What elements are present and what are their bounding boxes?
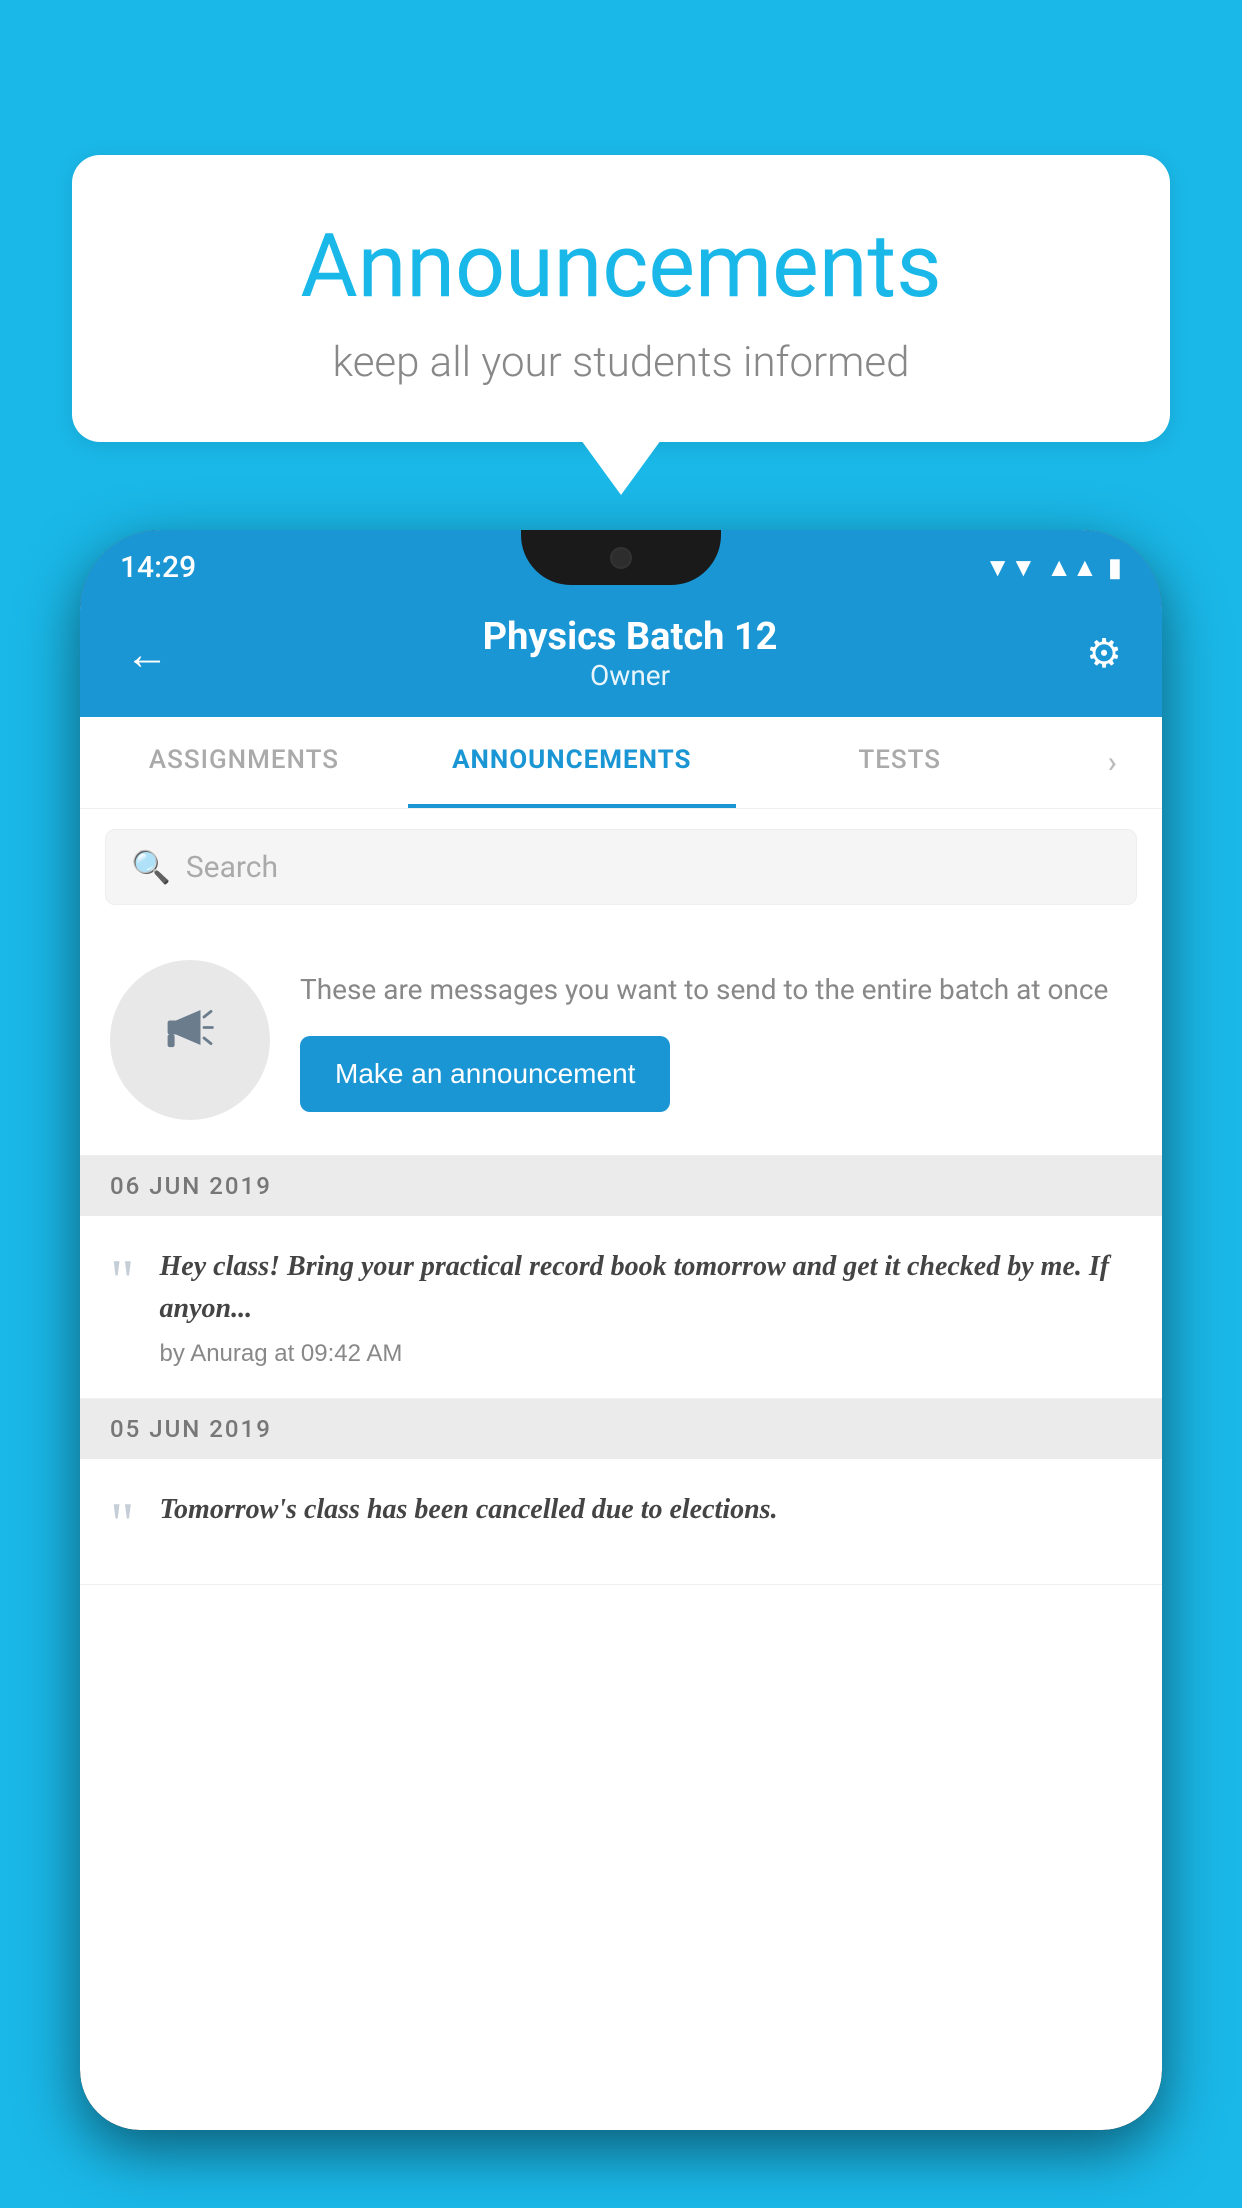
signal-icon: ▲▲ [1046,552,1097,583]
speech-bubble: Announcements keep all your students inf… [72,155,1170,442]
make-announcement-button[interactable]: Make an announcement [300,1036,670,1112]
search-bar[interactable]: 🔍 Search [105,829,1137,905]
front-camera [610,547,632,569]
announcement-item-2[interactable]: " Tomorrow's class has been cancelled du… [80,1459,1162,1585]
announcement-content-2: Tomorrow's class has been cancelled due … [160,1489,1133,1531]
app-header: ← Physics Batch 12 Owner ⚙ [80,595,1162,717]
tab-more[interactable]: › [1064,717,1162,808]
header-title: Physics Batch 12 [174,615,1086,659]
settings-button[interactable]: ⚙ [1086,630,1122,677]
speech-bubble-subtitle: keep all your students informed [122,338,1120,387]
phone-container: 14:29 ▼▼ ▲▲ ▮ ← Physics Batch 12 Owner ⚙… [80,530,1162,2208]
search-icon: 🔍 [131,848,171,886]
phone-screen: 14:29 ▼▼ ▲▲ ▮ ← Physics Batch 12 Owner ⚙… [80,530,1162,2130]
megaphone-icon [155,996,225,1084]
speech-bubble-tail [581,440,661,495]
announcement-content-1: Hey class! Bring your practical record b… [160,1246,1133,1368]
back-button[interactable]: ← [120,623,174,685]
promo-description: These are messages you want to send to t… [300,969,1132,1011]
date-header-1: 06 JUN 2019 [80,1156,1162,1216]
status-time: 14:29 [120,550,196,585]
promo-icon-circle [110,960,270,1120]
announcement-text-1: Hey class! Bring your practical record b… [160,1246,1133,1330]
speech-bubble-title: Announcements [122,215,1120,318]
quote-icon-2: " [110,1494,135,1554]
wifi-icon: ▼▼ [985,552,1036,583]
search-container: 🔍 Search [80,809,1162,925]
quote-icon-1: " [110,1251,135,1311]
tab-announcements[interactable]: ANNOUNCEMENTS [408,717,736,808]
notch [521,530,721,585]
announcement-by-1: by Anurag at 09:42 AM [160,1340,1133,1368]
status-icons: ▼▼ ▲▲ ▮ [985,552,1122,583]
tab-tests[interactable]: TESTS [736,717,1064,808]
header-subtitle: Owner [174,659,1086,692]
speech-bubble-section: Announcements keep all your students inf… [72,155,1170,495]
date-header-2: 05 JUN 2019 [80,1399,1162,1459]
tab-assignments[interactable]: ASSIGNMENTS [80,717,408,808]
announcement-item-1[interactable]: " Hey class! Bring your practical record… [80,1216,1162,1399]
battery-icon: ▮ [1108,553,1122,583]
promo-content: These are messages you want to send to t… [300,969,1132,1112]
tabs-bar: ASSIGNMENTS ANNOUNCEMENTS TESTS › [80,717,1162,809]
header-title-area: Physics Batch 12 Owner [174,615,1086,692]
promo-card: These are messages you want to send to t… [80,925,1162,1156]
search-placeholder: Search [186,850,278,885]
announcement-text-2: Tomorrow's class has been cancelled due … [160,1489,1133,1531]
phone-frame: 14:29 ▼▼ ▲▲ ▮ ← Physics Batch 12 Owner ⚙… [80,530,1162,2130]
